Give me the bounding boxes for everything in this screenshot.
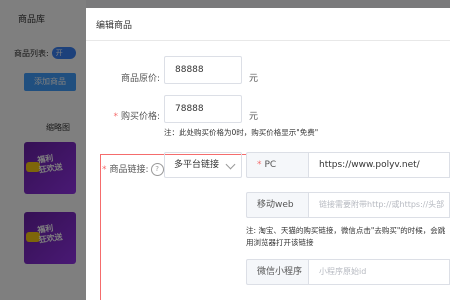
help-icon[interactable]: ? (150, 163, 164, 176)
required-mark: * (113, 112, 118, 122)
platform-link-select[interactable]: 多平台链接 (164, 152, 242, 178)
original-price-input[interactable]: 88888 (164, 56, 242, 84)
link-note-line-1: 注: 淘宝、天猫的购买链接，微信点击"去购买"的时候，会跳 (246, 226, 446, 235)
purchase-price-label-text: 购买价格: (120, 112, 160, 122)
platform-link-select-value: 多平台链接 (174, 160, 220, 170)
purchase-price-unit: 元 (249, 112, 259, 122)
dialog-title: 编辑商品 (96, 21, 133, 31)
dialog-header (86, 8, 450, 41)
price-note: 注：此处购买价格为0时，购买价格显示"免费" (164, 128, 319, 137)
mobile-web-addon: 移动web (246, 192, 308, 218)
product-link-label: * 商品链接:? (102, 162, 164, 176)
link-note-line-2: 用浏览器打开该链接 (246, 238, 314, 247)
product-link-label-text: 商品链接: (109, 165, 149, 175)
edit-product-dialog: 编辑商品 商品原价: 88888 元 * 购买价格: 78888 元 注：此处购买… (86, 8, 450, 300)
purchase-price-label: * 购买价格: (98, 109, 160, 122)
pc-label: PC (264, 160, 277, 170)
required-mark: * (257, 160, 262, 170)
pc-addon: * PC (246, 152, 308, 178)
original-price-unit: 元 (249, 74, 259, 84)
mobile-web-link-input[interactable]: 链接需要附带http://或https://头部 (308, 192, 450, 218)
pc-link-input[interactable]: https://www.polyv.net/ (308, 152, 450, 178)
chevron-down-icon (225, 159, 236, 170)
miniprogram-id-input[interactable]: 小程序原始id (308, 259, 450, 285)
purchase-price-input[interactable]: 78888 (164, 95, 242, 123)
required-mark: * (102, 165, 107, 175)
original-price-label: 商品原价: (120, 74, 160, 84)
miniprogram-addon: 微信小程序 (246, 259, 308, 285)
